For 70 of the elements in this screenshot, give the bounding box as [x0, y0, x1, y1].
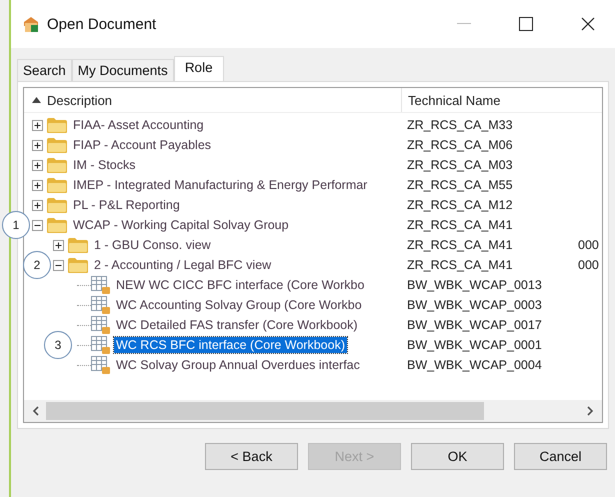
folder-icon: [46, 196, 68, 214]
folder-icon: [46, 116, 68, 134]
technical-name: BW_WBK_WCAP_0001: [406, 338, 543, 352]
folder-icon: [46, 216, 68, 234]
callout-number: 1: [2, 211, 30, 239]
tree-item[interactable]: FIAA- Asset Accounting: [71, 117, 206, 133]
app-icon: [21, 14, 41, 34]
technical-name: ZR_RCS_CA_M41: [406, 238, 514, 252]
horizontal-scrollbar[interactable]: [24, 400, 602, 422]
workbook-icon: [91, 296, 111, 314]
tab[interactable]: My Documents: [72, 59, 174, 81]
tree-item[interactable]: WC Detailed FAS transfer (Core Workbook): [114, 317, 360, 333]
maximize-icon[interactable]: [519, 17, 533, 31]
technical-name: ZR_RCS_CA_M33: [406, 118, 514, 132]
expander-icon[interactable]: [32, 220, 43, 230]
column-header[interactable]: Technical Name: [402, 88, 588, 112]
technical-name: ZR_RCS_CA_M06: [406, 138, 514, 152]
callout-number: 3: [44, 331, 72, 359]
folder-icon: [46, 176, 68, 194]
tree-item[interactable]: WCAP - Working Capital Solvay Group: [71, 217, 291, 233]
scrollbar-thumb[interactable]: [46, 402, 484, 420]
workbook-icon: [91, 316, 111, 334]
dialog-button[interactable]: < Back: [205, 443, 298, 470]
technical-name: BW_WBK_WCAP_0017: [406, 318, 543, 332]
column-header[interactable]: Description: [24, 88, 402, 112]
tree-item[interactable]: IM - Stocks: [71, 157, 138, 173]
expander-icon[interactable]: [32, 180, 43, 190]
expander-icon[interactable]: [53, 240, 64, 250]
expander-icon[interactable]: [32, 120, 43, 130]
technical-name: BW_WBK_WCAP_0003: [406, 298, 543, 312]
technical-name: BW_WBK_WCAP_0013: [406, 278, 543, 292]
dialog-button[interactable]: Cancel: [514, 443, 607, 470]
folder-icon: [67, 256, 89, 274]
tree-item[interactable]: IMEP - Integrated Manufacturing & Energy Performar: [71, 177, 370, 193]
tab[interactable]: Role: [174, 56, 224, 81]
expander-icon[interactable]: [32, 160, 43, 170]
expander-icon[interactable]: [32, 200, 43, 210]
tree-item[interactable]: NEW WC CICC BFC interface (Core Workbo: [114, 277, 366, 293]
folder-icon: [46, 156, 68, 174]
column-title: Description: [47, 92, 112, 108]
tree-item[interactable]: WC RCS BFC interface (Core Workbook): [114, 337, 347, 353]
workbook-icon: [91, 276, 111, 294]
expander-icon[interactable]: [53, 260, 64, 270]
tree-item[interactable]: WC Accounting Solvay Group (Core Workbo: [114, 297, 364, 313]
folder-icon: [46, 136, 68, 154]
sort-arrow-icon: [32, 97, 41, 103]
tree-item[interactable]: PL - P&L Reporting: [71, 197, 182, 213]
workbook-icon: [91, 336, 111, 354]
tab[interactable]: Search: [17, 59, 72, 81]
table-cell: 000: [578, 238, 599, 252]
technical-name: ZR_RCS_CA_M41: [406, 218, 514, 232]
callout-number: 2: [23, 251, 51, 279]
tree-item[interactable]: 2 - Accounting / Legal BFC view: [92, 257, 274, 273]
expander-icon[interactable]: [32, 140, 43, 150]
technical-name: ZR_RCS_CA_M55: [406, 178, 514, 192]
technical-name: ZR_RCS_CA_M41: [406, 258, 514, 272]
window-title: Open Document: [47, 16, 156, 32]
technical-name: BW_WBK_WCAP_0004: [406, 358, 543, 372]
dialog-button[interactable]: OK: [411, 443, 504, 470]
close-icon[interactable]: [581, 17, 595, 31]
tree-item[interactable]: WC Solvay Group Annual Overdues interfac: [114, 357, 362, 373]
table-cell: 000: [578, 258, 599, 272]
scroll-left-icon[interactable]: [32, 406, 40, 416]
scroll-right-icon[interactable]: [586, 406, 594, 416]
tree-item[interactable]: 1 - GBU Conso. view: [92, 237, 213, 253]
folder-icon: [67, 236, 89, 254]
technical-name: ZR_RCS_CA_M12: [406, 198, 514, 212]
technical-name: ZR_RCS_CA_M03: [406, 158, 514, 172]
workbook-icon: [91, 356, 111, 374]
tree-item[interactable]: FIAP - Account Payables: [71, 137, 214, 153]
